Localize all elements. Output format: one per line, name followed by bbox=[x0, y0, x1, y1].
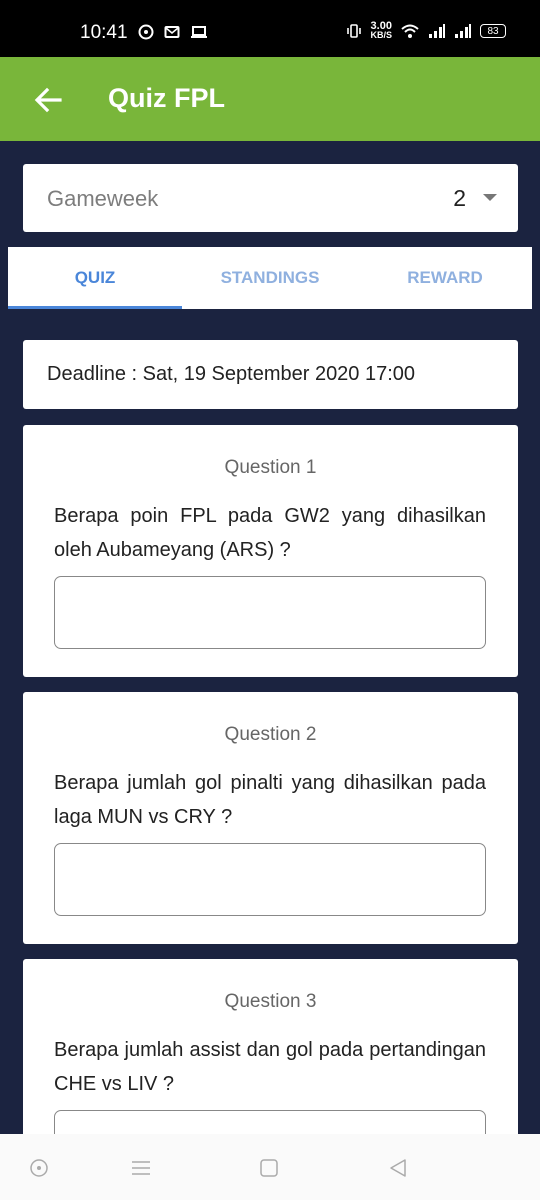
question-text: Berapa jumlah gol pinalti yang dihasilka… bbox=[54, 772, 486, 828]
laptop-icon bbox=[191, 26, 207, 38]
answer-input[interactable] bbox=[54, 576, 486, 649]
status-time: 10:41 bbox=[80, 22, 128, 43]
location-pin-icon bbox=[138, 24, 154, 40]
tab-standings[interactable]: STANDINGS bbox=[183, 247, 357, 309]
battery-indicator: 83 bbox=[480, 24, 506, 38]
assistant-button[interactable] bbox=[27, 1156, 51, 1180]
question-title: Question 2 bbox=[224, 724, 317, 745]
home-button[interactable] bbox=[257, 1156, 281, 1180]
square-icon bbox=[260, 1159, 278, 1177]
mail-icon bbox=[164, 26, 180, 38]
net-speed-unit: KB/S bbox=[370, 30, 392, 40]
dropdown-caret-icon bbox=[483, 194, 497, 201]
signal-icon bbox=[429, 24, 445, 38]
system-nav-bar bbox=[0, 1134, 540, 1200]
tab-bar: QUIZ STANDINGS REWARD bbox=[8, 247, 532, 309]
deadline-text: Deadline : Sat, 19 September 2020 17:00 bbox=[47, 363, 416, 385]
gameweek-label: Gameweek bbox=[47, 186, 159, 211]
question-text: Berapa poin FPL pada GW2 yang dihasilkan… bbox=[54, 505, 486, 561]
network-speed: 3.00 KB/S bbox=[370, 21, 392, 40]
wifi-icon bbox=[401, 24, 419, 38]
active-tab-indicator bbox=[8, 306, 182, 309]
question-card: Question 1 Berapa poin FPL pada GW2 yang… bbox=[23, 425, 518, 677]
status-right-icons: 3.00 KB/S 83 bbox=[346, 21, 506, 40]
gameweek-value: 2 bbox=[453, 185, 466, 211]
tab-reward[interactable]: REWARD bbox=[358, 247, 532, 309]
back-arrow-icon bbox=[34, 87, 62, 113]
vibrate-icon bbox=[347, 24, 362, 38]
circle-dot-icon bbox=[30, 1159, 48, 1177]
app-bar: Quiz FPL bbox=[0, 57, 540, 141]
system-back-button[interactable] bbox=[386, 1156, 410, 1180]
signal-icon-2 bbox=[455, 24, 471, 38]
question-title: Question 3 bbox=[224, 991, 317, 1012]
menu-icon bbox=[132, 1161, 150, 1175]
answer-input[interactable] bbox=[54, 843, 486, 916]
deadline-card: Deadline : Sat, 19 September 2020 17:00 bbox=[23, 340, 518, 409]
tab-quiz[interactable]: QUIZ bbox=[8, 247, 182, 309]
question-text: Berapa jumlah assist dan gol pada pertan… bbox=[54, 1039, 486, 1095]
page-title: Quiz FPL bbox=[108, 83, 225, 113]
menu-button[interactable] bbox=[129, 1156, 153, 1180]
status-bar: 10:41 3.00 KB/S 83 bbox=[0, 0, 540, 57]
question-title: Question 1 bbox=[224, 457, 317, 478]
gameweek-dropdown[interactable]: Gameweek 2 bbox=[23, 164, 518, 232]
triangle-back-icon bbox=[390, 1159, 406, 1177]
notification-icons bbox=[138, 24, 208, 40]
question-card: Question 2 Berapa jumlah gol pinalti yan… bbox=[23, 692, 518, 944]
back-button[interactable] bbox=[30, 82, 66, 118]
